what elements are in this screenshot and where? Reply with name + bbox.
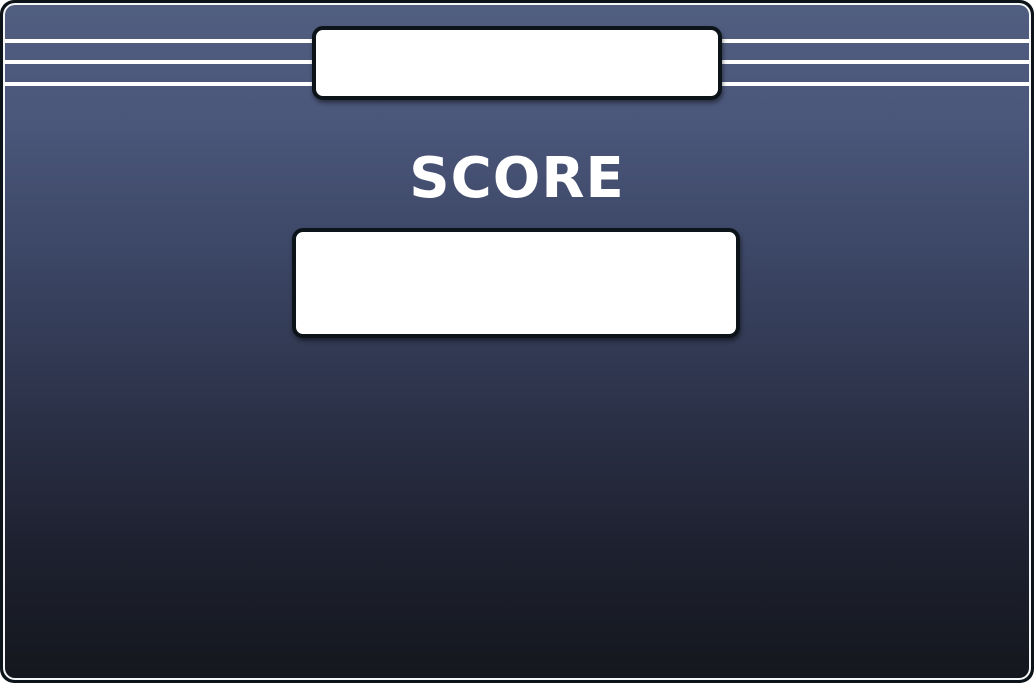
score-panel: SCORE xyxy=(5,5,1029,678)
score-panel-frame: SCORE xyxy=(0,0,1034,683)
score-panel-ring: SCORE xyxy=(3,3,1031,680)
score-value-box xyxy=(292,228,740,338)
score-label: SCORE xyxy=(409,146,625,211)
title-plate xyxy=(312,26,722,100)
